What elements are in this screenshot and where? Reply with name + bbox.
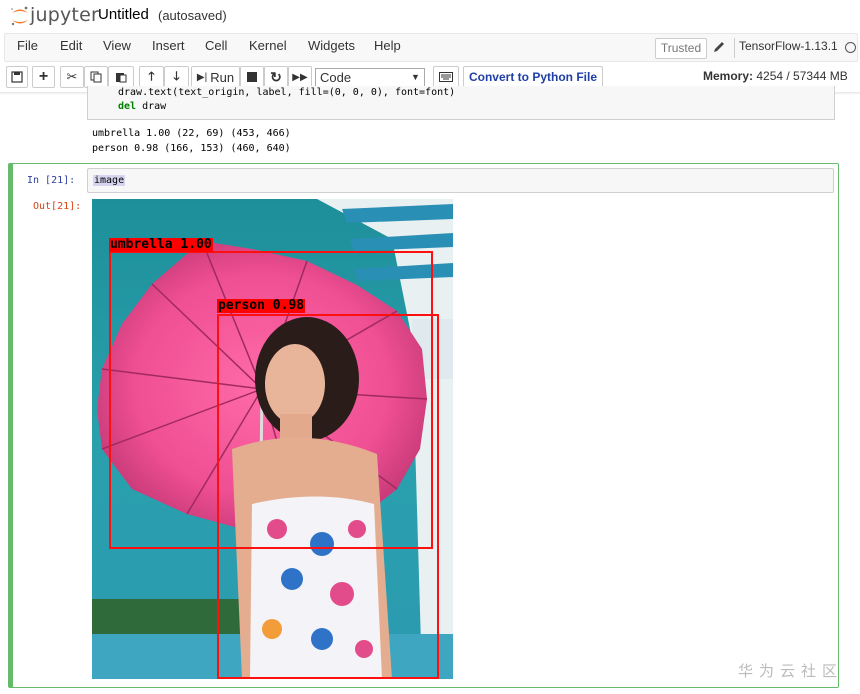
arrow-down-icon: 🡓 (173, 68, 180, 83)
memory-label: Memory: (703, 69, 754, 83)
output-line: umbrella 1.00 (22, 69) (453, 466) (92, 128, 291, 139)
stop-icon (247, 72, 257, 82)
watermark: 华为云社区 (738, 663, 844, 680)
code-input-area[interactable]: image (87, 168, 834, 193)
code-text: image (93, 175, 126, 186)
divider (734, 38, 735, 58)
kernel-status-icon (845, 42, 856, 53)
plus-icon: + (38, 68, 49, 85)
previous-code-cell[interactable]: draw.text(text_origin, label, fill=(0, 0… (87, 86, 835, 120)
command-palette-button[interactable] (433, 66, 459, 88)
restart-run-all-button[interactable]: ▶▶ (288, 66, 312, 88)
scissors-icon: ✂ (66, 69, 78, 84)
menu-edit[interactable]: Edit (60, 38, 82, 53)
insert-cell-button[interactable]: + (32, 66, 55, 88)
jupyter-notebook-window: jupyter Untitled (autosaved) File Edit V… (0, 0, 860, 694)
arrow-up-icon: 🡑 (148, 68, 155, 83)
trusted-button[interactable]: Trusted (655, 38, 707, 59)
person-bounding-box (217, 314, 439, 679)
umbrella-detection-label: umbrella 1.00 (109, 237, 213, 252)
jupyter-logo-icon[interactable] (8, 4, 32, 28)
move-down-button[interactable]: 🡓 (164, 66, 189, 88)
keyboard-icon (439, 72, 453, 82)
restart-icon: ↻ (270, 68, 282, 85)
menu-kernel[interactable]: Kernel (249, 38, 287, 53)
step-forward-icon: ▶︎| (196, 71, 208, 83)
person-detection-label: person 0.98 (217, 298, 306, 313)
keyword: del (118, 101, 137, 112)
dropdown-caret-icon: ▼ (411, 72, 420, 82)
paste-button[interactable] (108, 66, 134, 88)
memory-indicator: Memory: 4254 / 57344 MB (703, 69, 848, 83)
cell-type-select[interactable]: Code (315, 68, 425, 88)
run-label: Run (210, 69, 235, 85)
code-line: del draw (118, 101, 166, 112)
brand-name: jupyter (30, 4, 99, 26)
kernel-name[interactable]: TensorFlow-1.13.1 (739, 39, 838, 53)
save-button[interactable] (6, 66, 28, 88)
fast-forward-icon: ▶▶ (292, 71, 308, 83)
menu-view[interactable]: View (103, 38, 131, 53)
menubar: File Edit View Insert Cell Kernel Widget… (4, 33, 858, 62)
menu-insert[interactable]: Insert (152, 38, 185, 53)
output-prompt: Out[21]: (33, 201, 82, 212)
paste-icon (116, 73, 127, 83)
copy-icon (90, 71, 102, 83)
menu-help[interactable]: Help (374, 38, 401, 53)
code-line: draw.text(text_origin, label, fill=(0, 0… (118, 87, 456, 98)
input-prompt: In [21]: (27, 175, 76, 186)
previous-cell-output: umbrella 1.00 (22, 69) (453, 466) person … (92, 126, 291, 156)
save-icon (11, 71, 23, 83)
autosave-status: (autosaved) (158, 8, 227, 23)
restart-button[interactable]: ↻ (264, 66, 288, 88)
code-text: draw (136, 101, 167, 112)
memory-value: 4254 / 57344 MB (756, 69, 848, 83)
output-line: person 0.98 (166, 153) (460, 640) (92, 143, 291, 154)
menu-file[interactable]: File (17, 38, 38, 53)
edit-pencil-icon[interactable] (711, 39, 727, 55)
run-button[interactable]: ▶︎| Run (191, 66, 240, 88)
output-image: umbrella 1.00 person 0.98 (92, 199, 453, 679)
cut-button[interactable]: ✂ (60, 66, 84, 88)
copy-button[interactable] (84, 66, 108, 88)
menu-widgets[interactable]: Widgets (308, 38, 355, 53)
move-up-button[interactable]: 🡑 (139, 66, 164, 88)
interrupt-button[interactable] (240, 66, 264, 88)
notebook-name[interactable]: Untitled (98, 6, 149, 23)
header: jupyter Untitled (autosaved) (0, 0, 860, 32)
menu-cell[interactable]: Cell (205, 38, 227, 53)
